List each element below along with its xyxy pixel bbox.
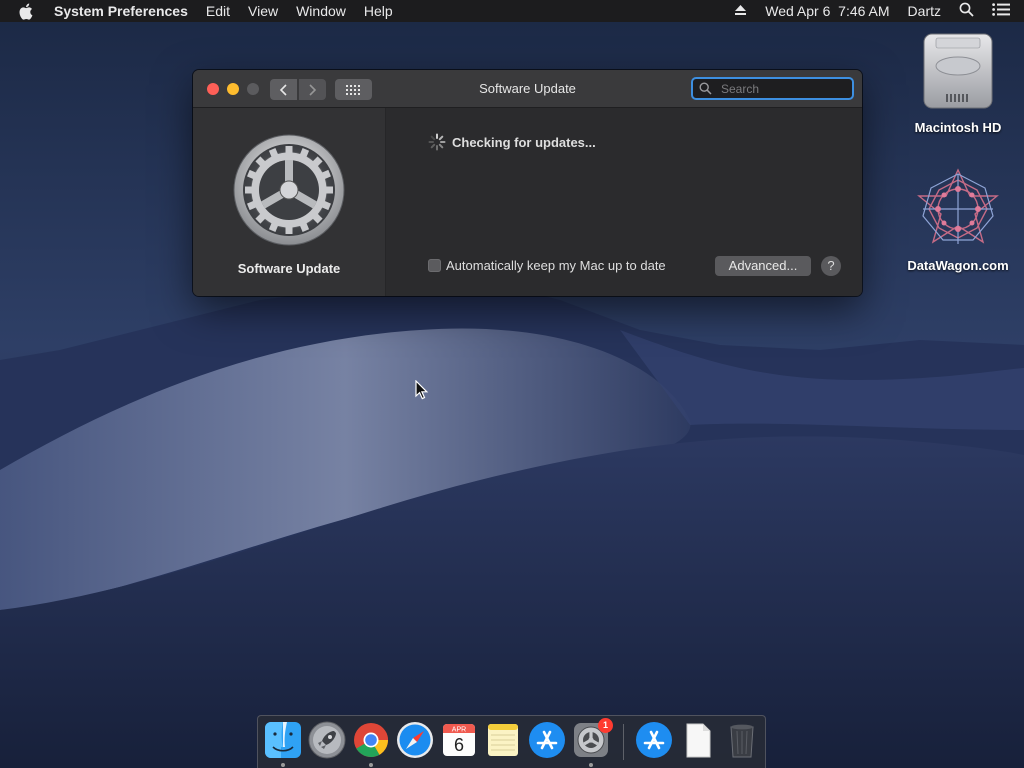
- dock-launchpad[interactable]: [308, 721, 346, 761]
- dock-calendar[interactable]: APR 6: [440, 721, 478, 761]
- datawagon-logo-icon: [917, 168, 999, 244]
- menu-app-name[interactable]: System Preferences: [54, 0, 188, 22]
- dock-app-store[interactable]: [528, 721, 566, 761]
- dock-finder[interactable]: [264, 721, 302, 767]
- calendar-day: 6: [454, 735, 464, 755]
- menu-edit[interactable]: Edit: [206, 0, 230, 22]
- help-button[interactable]: ?: [821, 256, 841, 276]
- desktop-icon-label: Macintosh HD: [914, 120, 1002, 135]
- menu-clock[interactable]: Wed Apr 6 7:46 AM: [765, 3, 889, 19]
- menu-view[interactable]: View: [248, 0, 278, 22]
- dock-document[interactable]: [679, 721, 717, 761]
- trash-icon: [730, 724, 754, 758]
- document-icon: [686, 723, 711, 758]
- notification-badge: 1: [598, 718, 613, 733]
- pane-title: Software Update: [237, 261, 341, 276]
- launchpad-rocket-icon: [308, 721, 346, 759]
- software-update-window: Software Update Search Software Update C…: [193, 70, 862, 296]
- menu-bar: System Preferences Edit View Window Help…: [0, 0, 1024, 22]
- dock-separator: [623, 724, 624, 760]
- calendar-icon: APR 6: [443, 724, 475, 756]
- show-all-button[interactable]: [335, 79, 372, 100]
- menu-user[interactable]: Dartz: [908, 3, 941, 19]
- desktop-icon-macintosh-hd[interactable]: Macintosh HD: [903, 30, 1013, 135]
- dock-running-indicator: [369, 763, 373, 767]
- menu-window[interactable]: Window: [296, 0, 346, 22]
- chrome-browser-icon: [354, 723, 388, 757]
- spotlight-search-icon[interactable]: [959, 2, 974, 20]
- window-minimize-button[interactable]: [227, 83, 239, 95]
- dock-running-indicator: [281, 763, 285, 767]
- pane-sidebar: Software Update: [193, 108, 386, 296]
- desktop-icon-datawagon[interactable]: DataWagon.com: [903, 166, 1013, 273]
- search-field[interactable]: [691, 77, 854, 100]
- dock-system-preferences[interactable]: 1: [572, 718, 613, 767]
- chevron-right-icon: [309, 83, 317, 96]
- software-update-gear-icon: [233, 134, 345, 246]
- auto-update-option[interactable]: Automatically keep my Mac up to date: [428, 258, 666, 273]
- window-close-button[interactable]: [207, 83, 219, 95]
- desktop-icon-label: DataWagon.com: [907, 258, 1009, 273]
- nav-buttons: [270, 79, 326, 100]
- safari-compass-icon: [397, 722, 433, 758]
- dock-trash[interactable]: [723, 721, 761, 761]
- auto-update-label: Automatically keep my Mac up to date: [446, 258, 666, 273]
- notification-center-icon[interactable]: [992, 3, 1010, 19]
- app-store-icon: [529, 722, 565, 758]
- auto-update-checkbox[interactable]: [428, 259, 441, 272]
- dock: APR 6 1: [257, 715, 766, 768]
- dock-app-store-folder[interactable]: [635, 721, 673, 761]
- dock-safari[interactable]: [396, 721, 434, 761]
- menu-help[interactable]: Help: [364, 0, 393, 22]
- chevron-left-icon: [279, 83, 287, 96]
- app-store-icon: [636, 722, 672, 758]
- hard-drive-icon: [923, 33, 993, 109]
- dock-running-indicator: [589, 763, 593, 767]
- forward-button[interactable]: [299, 79, 326, 100]
- notes-icon: [488, 724, 518, 756]
- grid-icon: [345, 84, 360, 95]
- back-button[interactable]: [270, 79, 297, 100]
- update-status: Checking for updates...: [428, 133, 596, 151]
- dock-notes[interactable]: [484, 721, 522, 761]
- status-text: Checking for updates...: [452, 134, 596, 150]
- dock-chrome[interactable]: [352, 721, 390, 767]
- loading-spinner-icon: [428, 133, 446, 151]
- search-icon: [699, 82, 713, 96]
- window-zoom-button[interactable]: [247, 83, 259, 95]
- advanced-button[interactable]: Advanced...: [715, 256, 811, 276]
- mouse-cursor-icon: [415, 380, 429, 400]
- finder-icon: [265, 722, 301, 758]
- eject-icon[interactable]: [734, 3, 747, 19]
- window-titlebar[interactable]: Software Update: [193, 70, 862, 108]
- apple-menu-icon[interactable]: [18, 3, 36, 20]
- search-input[interactable]: [719, 80, 843, 97]
- calendar-month: APR: [452, 727, 466, 734]
